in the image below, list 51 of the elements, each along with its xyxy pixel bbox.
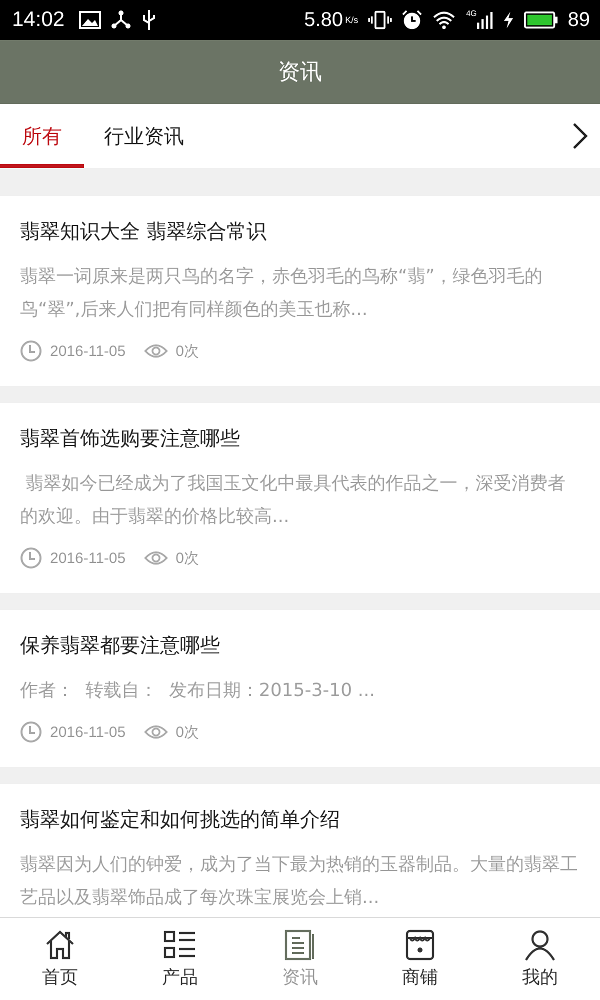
user-icon	[524, 929, 556, 961]
article-summary: 翡翠因为人们的钟爱，成为了当下最为热销的玉器制品。大量的翡翠工艺品以及翡翠饰品成了每次珠宝展览会上销...	[20, 853, 579, 910]
wifi-icon	[432, 10, 456, 30]
usb-icon	[140, 9, 157, 31]
battery-icon	[524, 11, 558, 29]
battery-percent: 89	[568, 8, 590, 32]
category-tab[interactable]: 行业资讯	[84, 104, 204, 168]
article-summary: 翡翠一词原来是两只鸟的名字，赤色羽毛的鸟称“翡”，绿色羽毛的鸟“翠”,后来人们把有同样颜色的美玉也称...	[20, 265, 544, 322]
article-title: 保养翡翠都要注意哪些	[20, 632, 221, 659]
nav-tab[interactable]: 产品	[120, 918, 240, 1000]
eye-icon	[144, 550, 168, 566]
network-speed: 5.80	[304, 8, 344, 32]
article-summary: 翡翠如今已经成为了我国玉文化中最具代表的作品之一，深受消费者的欢迎。由于翡翠的价格比较高...	[20, 472, 567, 529]
list-icon	[163, 929, 197, 961]
clock-icon	[20, 340, 42, 362]
share-icon	[110, 10, 131, 30]
article-title: 翡翠如何鉴定和如何挑选的简单介绍	[20, 806, 341, 833]
eye-icon	[144, 343, 168, 359]
nav-tab[interactable]: 商铺	[360, 918, 480, 1000]
article-date: 2016-11-05	[50, 342, 126, 360]
vibrate-icon	[368, 10, 392, 30]
document-icon	[284, 929, 316, 961]
view-count: 0次	[176, 722, 199, 742]
clock-icon	[20, 721, 42, 743]
clock-icon	[20, 547, 42, 569]
article-card[interactable]: 保养翡翠都要注意哪些 作者： 转载自： 发布日期：2015-3-10 ... 2016-11-05 0次	[0, 610, 600, 767]
article-summary: 作者： 转载自： 发布日期：2015-3-10 ...	[20, 679, 376, 703]
article-card[interactable]: 翡翠如何鉴定和如何挑选的简单介绍 翡翠因为人们的钟爱，成为了当下最为热销的玉器制品。大量的翡翠工艺品以及翡翠饰品成了每次珠宝展览会上销...	[0, 784, 600, 917]
article-title: 翡翠知识大全 翡翠综合常识	[20, 218, 268, 245]
article-date: 2016-11-05	[50, 550, 126, 566]
article-card[interactable]: 翡翠首饰选购要注意哪些 翡翠如今已经成为了我国玉文化中最具代表的作品之一，深受消费者的欢迎。由于翡翠的价格比较高... 2016-11-05 0次	[0, 403, 600, 593]
article-card[interactable]: 翡翠知识大全 翡翠综合常识 翡翠一词原来是两只鸟的名字，赤色羽毛的鸟称“翡”，绿色羽毛的鸟“翠”,后来人们把有同样颜色的美玉也称... 2016-11-05 0次	[0, 196, 600, 386]
article-title: 翡翠首饰选购要注意哪些	[20, 425, 241, 452]
speed-unit: K/s	[345, 15, 358, 25]
clock-time: 14:02	[12, 8, 65, 32]
view-count: 0次	[176, 342, 199, 360]
category-tab[interactable]: 所有	[0, 104, 84, 168]
signal-icon	[476, 10, 493, 30]
alarm-icon	[402, 10, 422, 30]
nav-tab[interactable]: 首页	[0, 918, 120, 1000]
page-title: 资讯	[278, 59, 322, 87]
charging-icon	[502, 10, 514, 30]
shop-icon	[404, 929, 436, 961]
chevron-right-icon[interactable]	[572, 122, 588, 150]
view-count: 0次	[176, 548, 199, 568]
home-icon	[44, 929, 76, 961]
eye-icon	[144, 724, 168, 740]
network-type: 4G	[466, 9, 477, 18]
image-icon	[78, 10, 101, 30]
nav-tab[interactable]: 我的	[480, 918, 600, 1000]
article-date: 2016-11-05	[50, 724, 126, 740]
